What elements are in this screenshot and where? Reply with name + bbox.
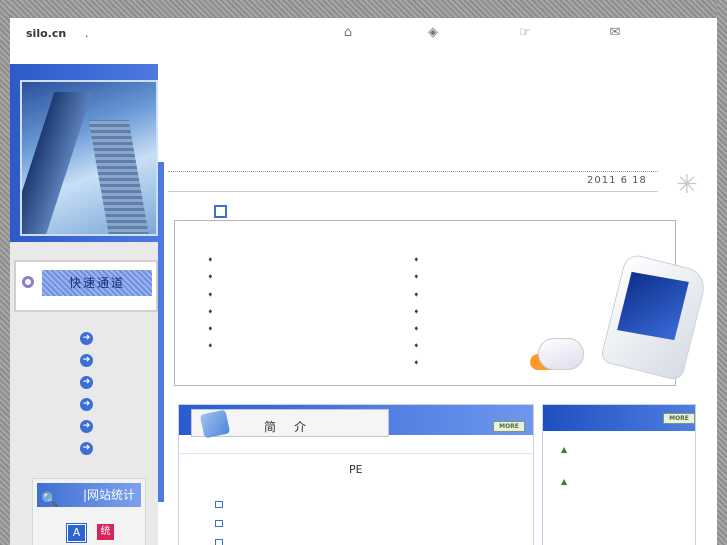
list-bullet-icon[interactable]: ➧ — [207, 290, 214, 299]
site-stats-panel: 🔍 |网站统计 A 统 — [32, 478, 146, 545]
dotted-divider — [168, 171, 658, 172]
intro-panel: 简介 MORE PE — [178, 404, 534, 545]
site-stats-label: 网站统计 — [86, 488, 135, 502]
list-bullet-icon[interactable]: ➧ — [413, 307, 420, 316]
sidebar-nav: ➜ ➜ ➜ ➜ ➜ ➜ — [80, 332, 93, 464]
page: silo.cn . ⌂ ◈ ☞ ✉ 快速通道 ➜ ➜ ➜ ➜ ➜ ➜ 🔍 |网站… — [10, 18, 717, 545]
mouse-illustration — [538, 338, 584, 370]
list-bullet-icon[interactable]: ➧ — [207, 341, 214, 350]
page-background-left — [0, 0, 10, 545]
up-arrow-icon[interactable]: ▲ — [561, 477, 567, 486]
quick-access-icon — [22, 276, 34, 288]
mail-icon[interactable]: ✉ — [607, 25, 623, 41]
intro-subheader — [179, 435, 533, 454]
date-divider — [168, 191, 658, 192]
sparkle-decoration-icon: ✳ — [676, 170, 698, 200]
pointer-hand-icon[interactable]: ☞ — [517, 25, 533, 41]
intro-title: 简介 — [264, 420, 325, 434]
list-bullet-icon[interactable]: ➧ — [207, 272, 214, 281]
right-panel-header: MORE — [543, 405, 695, 431]
list-bullet-icon[interactable]: ➧ — [413, 272, 420, 281]
list-bullet-icon[interactable]: ➧ — [207, 255, 214, 264]
list-bullet-icon[interactable]: ➧ — [413, 358, 420, 367]
intro-header: 简介 MORE — [179, 405, 533, 439]
page-background-top — [0, 0, 727, 18]
building-photo — [20, 80, 158, 236]
right-more-button[interactable]: MORE — [663, 413, 695, 424]
current-date: 2011 6 18 — [587, 175, 647, 186]
site-stats-header[interactable]: 🔍 |网站统计 — [37, 483, 141, 508]
list-bullet-icon[interactable]: ➧ — [207, 324, 214, 333]
nav-arrow-icon[interactable]: ➜ — [80, 332, 93, 345]
up-arrow-icon[interactable]: ▲ — [561, 445, 567, 454]
news-section-icon — [214, 205, 227, 218]
magnifier-icon: 🔍 — [41, 492, 59, 508]
list-bullet-icon[interactable]: ➧ — [413, 341, 420, 350]
home-icon[interactable]: ⌂ — [340, 25, 356, 41]
list-bullet-icon[interactable]: ➧ — [413, 255, 420, 264]
sidebar-edge — [158, 162, 164, 502]
building-left — [22, 92, 93, 234]
intro-text: PE — [349, 463, 363, 476]
tag-icon[interactable]: ◈ — [425, 25, 441, 41]
nav-arrow-icon[interactable]: ➜ — [80, 420, 93, 433]
computer-illustration — [528, 253, 708, 402]
site-logo[interactable]: silo.cn — [26, 27, 66, 40]
nav-arrow-icon[interactable]: ➜ — [80, 442, 93, 455]
logo-suffix: . — [85, 27, 89, 40]
page-background-right — [717, 0, 727, 545]
intro-more-button[interactable]: MORE — [493, 421, 525, 432]
building-right — [88, 120, 152, 234]
nav-arrow-icon[interactable]: ➜ — [80, 354, 93, 367]
list-bullet-icon[interactable]: ➧ — [413, 324, 420, 333]
stats-badge-b-icon[interactable]: 统 — [97, 524, 114, 540]
doc-link-icon[interactable] — [215, 520, 223, 527]
quick-access-label[interactable]: 快速通道 — [42, 270, 152, 296]
nav-arrow-icon[interactable]: ➜ — [80, 398, 93, 411]
list-bullet-icon[interactable]: ➧ — [207, 307, 214, 316]
doc-link-icon[interactable] — [215, 539, 223, 545]
intro-tab: 简介 — [191, 409, 389, 439]
right-panel: MORE ▲ ▲ — [542, 404, 696, 545]
doc-link-icon[interactable] — [215, 501, 223, 508]
stats-badge-a-icon[interactable]: A — [66, 523, 87, 543]
quick-access-panel: 快速通道 — [14, 260, 158, 312]
nav-arrow-icon[interactable]: ➜ — [80, 376, 93, 389]
left-sidebar: 快速通道 — [10, 64, 164, 545]
list-bullet-icon[interactable]: ➧ — [413, 290, 420, 299]
